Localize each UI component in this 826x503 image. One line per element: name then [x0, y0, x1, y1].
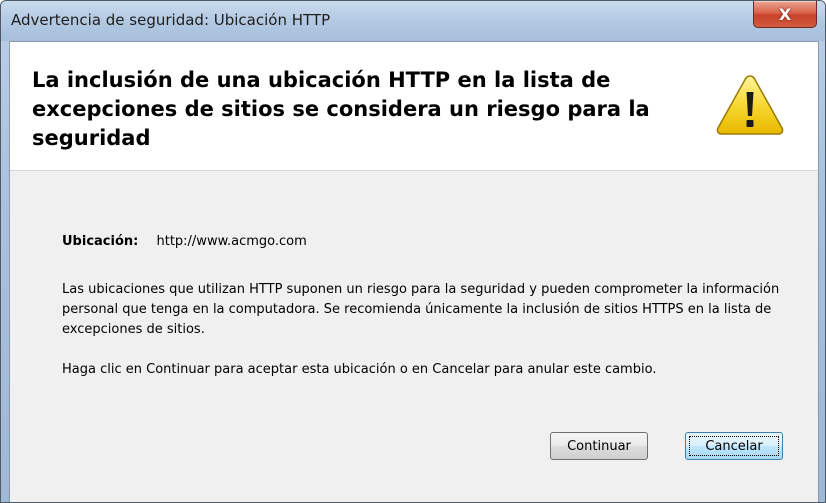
warning-icon	[716, 75, 784, 135]
location-value: http://www.acmgo.com	[156, 234, 307, 249]
risk-explanation-text: Las ubicaciones que utilizan HTTP supone…	[62, 282, 780, 337]
title-bar[interactable]: Advertencia de seguridad: Ubicación HTTP…	[1, 1, 825, 41]
header-panel: La inclusión de una ubicación HTTP en la…	[10, 42, 818, 171]
location-row: Ubicación: http://www.acmgo.com	[62, 234, 307, 249]
continue-button[interactable]: Continuar	[550, 432, 648, 460]
location-label: Ubicación:	[62, 234, 139, 249]
close-icon: X	[778, 4, 792, 24]
continue-button-label: Continuar	[567, 438, 631, 454]
body-panel: Ubicación: http://www.acmgo.com Las ubic…	[10, 170, 818, 502]
security-warning-dialog: Advertencia de seguridad: Ubicación HTTP…	[0, 0, 826, 503]
window-title: Advertencia de seguridad: Ubicación HTTP	[11, 11, 331, 29]
cancel-button-label: Cancelar	[705, 438, 763, 454]
instruction-text: Haga clic en Continuar para aceptar esta…	[62, 362, 657, 377]
close-button[interactable]: X	[753, 1, 817, 28]
dialog-content: La inclusión de una ubicación HTTP en la…	[9, 41, 819, 502]
cancel-button[interactable]: Cancelar	[685, 432, 783, 460]
dialog-headline: La inclusión de una ubicación HTTP en la…	[32, 68, 650, 150]
